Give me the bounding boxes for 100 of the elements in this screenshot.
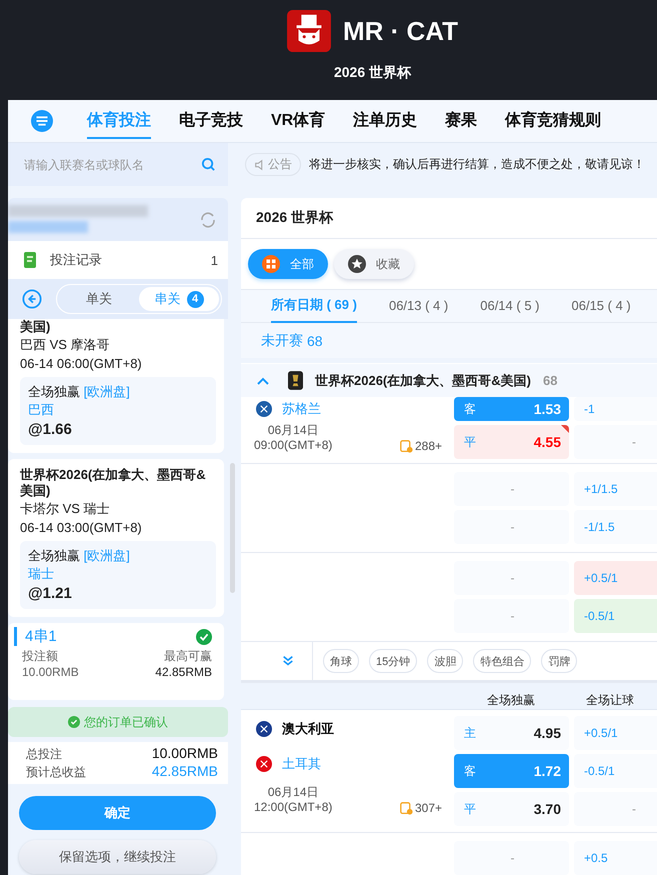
total-value: 42.85RMB [152, 763, 218, 780]
handicap-button[interactable]: -0.5/1 [574, 599, 657, 633]
bet-record-count: 1 [210, 252, 218, 268]
handicap-button[interactable]: -0.5/1 [574, 754, 657, 788]
match-date: 06月14日 [268, 423, 319, 438]
match-name: 卡塔尔 VS 瑞士 [20, 500, 111, 518]
nav-tab[interactable]: 体育竞猜规则 [505, 104, 602, 138]
date-tab[interactable]: 06/14 ( 5 ) [480, 290, 540, 322]
date-tab[interactable]: 06/13 ( 4 ) [388, 290, 448, 322]
market-chip[interactable]: 波胆 [427, 649, 464, 673]
double-chevron-down-icon[interactable] [282, 655, 294, 667]
match-name: 巴西 VS 摩洛哥 [20, 336, 111, 354]
ticket-icon [400, 802, 413, 814]
match-time: 12:00(GMT+8) [254, 800, 332, 815]
handicap-button[interactable]: +0.5/1 [574, 716, 657, 750]
filter-chip[interactable]: 全部 [248, 249, 328, 279]
league-count: 68 [542, 373, 558, 388]
bet-type-tab[interactable]: 单关 [59, 287, 139, 311]
refresh-icon[interactable] [198, 210, 218, 230]
max-win-value: 42.85RMB [155, 665, 212, 680]
menu-icon[interactable] [31, 110, 53, 132]
match-time: 06-14 06:00(GMT+8) [20, 355, 143, 373]
trophy-icon [288, 371, 303, 390]
nav-tab[interactable]: 体育投注 [87, 104, 151, 138]
action-button[interactable]: 保留选项，继续投注 [19, 840, 216, 874]
nav-tab[interactable]: VR体育 [271, 104, 326, 138]
odds-button[interactable]: 平 4.55 [454, 425, 569, 459]
back-icon[interactable] [22, 289, 42, 309]
page-subtitle: 2026 世界杯 [334, 64, 412, 82]
odds-button[interactable]: - [454, 472, 569, 506]
nav-tab[interactable]: 注单历史 [353, 104, 418, 138]
odds-button[interactable]: 客 1.53 [454, 397, 569, 421]
search-icon[interactable] [201, 157, 216, 172]
handicap-button[interactable]: +0.5 [574, 841, 657, 875]
odds-button[interactable]: 主 4.95 [454, 716, 569, 750]
market-count[interactable]: 307+ [414, 801, 442, 815]
handicap-button[interactable]: - [574, 792, 657, 826]
odds-button[interactable]: - [454, 510, 569, 544]
match-time: 06-14 03:00(GMT+8) [20, 519, 143, 537]
search-input[interactable]: 请输入联赛名或球队名 [22, 156, 201, 172]
total-value: 10.00RMB [152, 745, 218, 762]
max-win-label: 最高可赢 [164, 649, 212, 664]
announcement-badge[interactable]: 公告 [245, 153, 301, 176]
confirmation-text: 您的订单已确认 [84, 714, 168, 730]
ticket-icon [400, 440, 413, 452]
bet-type-tab[interactable]: 串关 4 [139, 287, 219, 311]
handicap-button[interactable]: -1/1.5 [574, 510, 657, 544]
market-chip[interactable]: 角球 [323, 649, 359, 673]
handicap-button[interactable]: +0.5/1 [574, 561, 657, 595]
scroll-icon [22, 251, 38, 269]
market-chip[interactable]: 15分钟 [369, 649, 418, 673]
action-button[interactable]: 确定 [19, 796, 216, 830]
nav-tab[interactable]: 赛果 [445, 104, 478, 138]
parlay-title: 4串1 [25, 627, 57, 646]
odds-button[interactable]: - [454, 841, 569, 875]
handicap-button[interactable]: -1 [574, 397, 657, 421]
panel-title: 2026 世界杯 [241, 198, 657, 239]
pick-name: 巴西 [28, 401, 55, 419]
bet-record-label[interactable]: 投注记录 [50, 251, 199, 269]
market-chip[interactable]: 罚牌 [541, 649, 578, 673]
league-name: 世界杯2026(在加拿大、墨西哥&美国) [315, 372, 531, 390]
total-label: 预计总收益 [26, 764, 86, 781]
brand-name: MR · CAT [342, 16, 458, 46]
market-type: [欧洲盘] [84, 384, 130, 399]
search-field[interactable]: 请输入联赛名或球队名 [8, 143, 228, 186]
check-icon [68, 716, 80, 728]
league-name: 美国) [20, 319, 52, 335]
column-header: 全场让球 [586, 692, 634, 709]
odds-button[interactable]: - [454, 561, 569, 595]
team-name: 澳大利亚 [282, 720, 334, 738]
pick-odds: @1.21 [28, 585, 73, 603]
match-date: 06月14日 [268, 785, 319, 800]
status-count: 68 [307, 332, 323, 348]
announcement-text: 将进一步核实，确认后再进行结算，造成不便之处，敬请见谅！ [309, 156, 645, 173]
pick-name: 瑞士 [28, 565, 55, 583]
team-name: 土耳其 [282, 755, 321, 773]
pick-odds: @1.66 [28, 421, 73, 439]
league-name: 世界杯2026(在加拿大、墨西哥&美国) [20, 467, 207, 499]
nav-tab[interactable]: 电子竞技 [179, 104, 243, 138]
stake-label: 投注额 [22, 649, 58, 664]
filter-chip[interactable]: 收藏 [334, 249, 414, 279]
odds-button[interactable]: 平 3.70 [454, 792, 569, 826]
league-header[interactable]: 世界杯2026(在加拿大、墨西哥&美国) 68 [241, 363, 657, 397]
match-time: 09:00(GMT+8) [254, 438, 332, 453]
chevron-up-icon[interactable] [256, 376, 270, 386]
market-type: [欧洲盘] [84, 548, 130, 563]
total-label: 总投注 [26, 746, 62, 763]
market-name: 全场独赢 [28, 548, 80, 563]
odds-button[interactable]: - [454, 599, 569, 633]
team-name: 苏格兰 [282, 400, 321, 418]
market-count[interactable]: 288+ [414, 439, 442, 453]
stake-value: 10.00RMB [22, 665, 79, 680]
handicap-button[interactable]: - [574, 425, 657, 459]
date-tab[interactable]: 06/15 ( 4 ) [572, 290, 631, 322]
cat-logo-icon [286, 10, 331, 52]
market-chip[interactable]: 特色组合 [473, 649, 532, 673]
handicap-button[interactable]: +1/1.5 [574, 472, 657, 506]
market-name: 全场独赢 [28, 384, 80, 399]
column-header: 全场独赢 [487, 692, 535, 709]
odds-button[interactable]: 客 1.72 [454, 754, 569, 788]
